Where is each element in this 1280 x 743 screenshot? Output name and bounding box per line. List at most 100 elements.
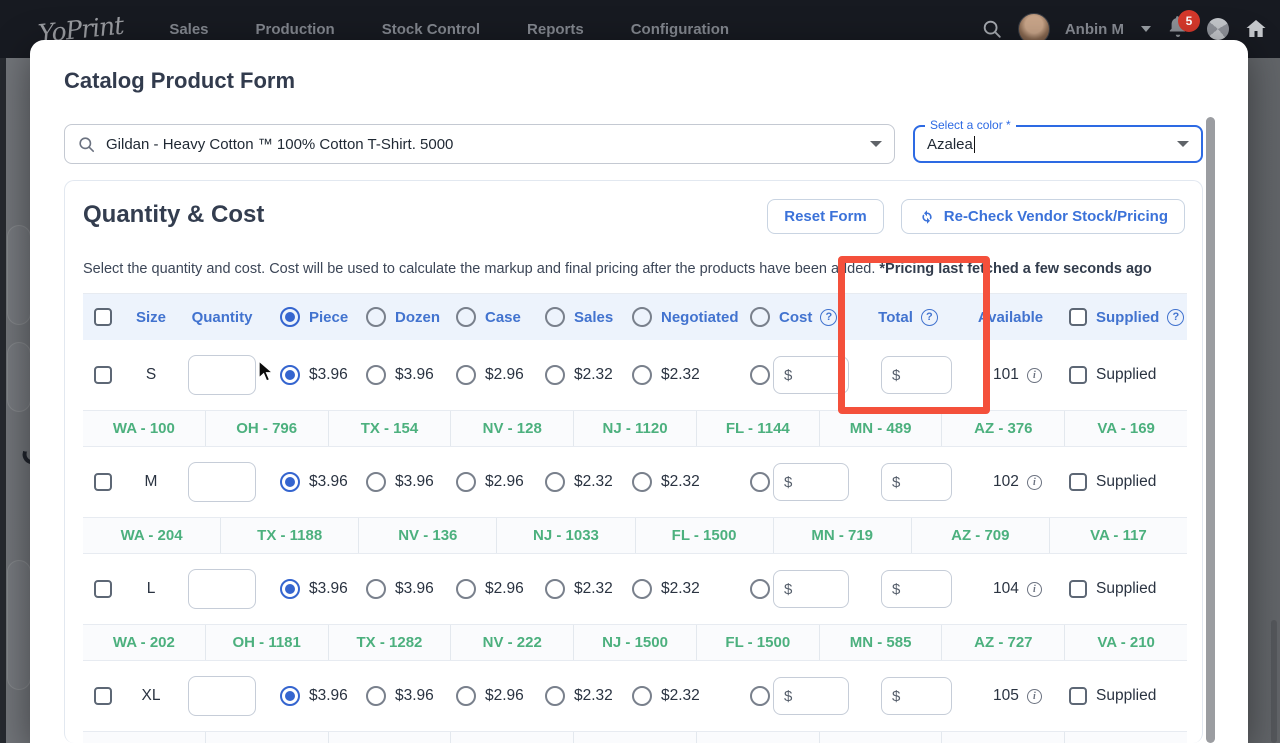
stock-cell: NJ - 1033 [496, 518, 634, 553]
price-radio[interactable] [456, 365, 476, 385]
stock-cell: TX - 154 [328, 411, 451, 446]
nav-item-production[interactable]: Production [256, 21, 335, 38]
stock-cell: MN - 719 [773, 518, 911, 553]
price-radio[interactable] [456, 579, 476, 599]
price-value: $3.96 [309, 580, 348, 598]
supplied-checkbox[interactable] [1069, 366, 1087, 384]
home-icon[interactable] [1244, 17, 1268, 41]
total-input[interactable]: $ [881, 677, 952, 715]
price-radio[interactable] [456, 686, 476, 706]
dropdown-arrow-icon[interactable] [1177, 141, 1189, 147]
search-icon[interactable] [981, 18, 1003, 40]
stock-availability-row: WA - 202OH - 1181TX - 1282NV - 222NJ - 1… [83, 625, 1187, 661]
nav-menu: Sales Production Stock Control Reports Confi… [169, 21, 729, 38]
header-piece: Piece [309, 309, 348, 326]
supplied-all-checkbox[interactable] [1069, 308, 1087, 326]
row-select-checkbox[interactable] [94, 366, 112, 384]
price-radio[interactable] [366, 579, 386, 599]
nav-item-configuration[interactable]: Configuration [631, 21, 729, 38]
recheck-vendor-button[interactable]: Re-Check Vendor Stock/Pricing [901, 199, 1185, 234]
price-radio[interactable] [280, 579, 300, 599]
quantity-input[interactable] [188, 355, 256, 395]
total-input[interactable]: $ [881, 570, 952, 608]
quantity-input[interactable] [188, 676, 256, 716]
nav-item-stock-control[interactable]: Stock Control [382, 21, 480, 38]
select-all-checkbox[interactable] [94, 308, 112, 326]
price-value: $2.32 [661, 473, 700, 491]
price-radio[interactable] [545, 579, 565, 599]
cost-radio[interactable] [750, 686, 770, 706]
row-select-checkbox[interactable] [94, 687, 112, 705]
supplied-label: Supplied [1096, 687, 1156, 705]
dropdown-arrow-icon[interactable] [870, 141, 882, 147]
user-name[interactable]: Anbin M [1065, 21, 1124, 38]
table-body: S $3.96$3.96$2.96$2.32$2.32 $ $ 101i Sup… [83, 340, 1187, 743]
price-value: $3.96 [309, 366, 348, 384]
stock-cell: NJ - 1120 [573, 411, 696, 446]
price-radio[interactable] [632, 579, 652, 599]
stock-cell: TX - 1282 [328, 625, 451, 660]
price-radio[interactable] [632, 686, 652, 706]
negotiated-mode-radio[interactable] [632, 307, 652, 327]
cost-radio[interactable] [750, 365, 770, 385]
table-row: S $3.96$3.96$2.96$2.32$2.32 $ $ 101i Sup… [83, 340, 1187, 411]
row-select-checkbox[interactable] [94, 580, 112, 598]
cost-radio[interactable] [750, 579, 770, 599]
total-input[interactable]: $ [881, 463, 952, 501]
reset-form-button[interactable]: Reset Form [767, 199, 884, 234]
quantity-input[interactable] [188, 462, 256, 502]
cost-input[interactable]: $ [773, 677, 849, 715]
price-radio[interactable] [366, 686, 386, 706]
price-radio[interactable] [280, 686, 300, 706]
info-icon[interactable]: i [1027, 689, 1042, 704]
price-value: $3.96 [395, 473, 434, 491]
supplied-checkbox[interactable] [1069, 687, 1087, 705]
cost-mode-radio[interactable] [750, 307, 770, 327]
color-select[interactable]: Select a color * Azalea [913, 125, 1203, 163]
stock-cell: FL - 1119 [696, 732, 819, 743]
price-radio[interactable] [545, 365, 565, 385]
price-radio[interactable] [632, 472, 652, 492]
supplied-checkbox[interactable] [1069, 473, 1087, 491]
case-mode-radio[interactable] [456, 307, 476, 327]
catalog-product-form-modal: Catalog Product Form Gildan - Heavy Cott… [30, 40, 1248, 743]
price-value: $2.32 [574, 580, 613, 598]
size-label: L [123, 580, 179, 598]
dimmed-card [7, 342, 31, 412]
page-scrollbar[interactable] [1271, 620, 1277, 743]
background-sidebar [0, 0, 6, 743]
sales-mode-radio[interactable] [545, 307, 565, 327]
price-radio[interactable] [366, 365, 386, 385]
info-icon[interactable]: i [1027, 475, 1042, 490]
stock-cell: MN - 489 [819, 411, 942, 446]
chevron-down-icon[interactable] [1141, 26, 1151, 32]
cost-input[interactable]: $ [773, 570, 849, 608]
supplied-help-icon[interactable]: ? [1167, 309, 1184, 326]
price-radio[interactable] [456, 472, 476, 492]
modal-scrollbar[interactable] [1206, 117, 1215, 743]
stock-cell: AZ - 518 [941, 732, 1064, 743]
theme-toggle-icon[interactable] [1207, 18, 1229, 40]
product-select[interactable]: Gildan - Heavy Cotton ™ 100% Cotton T-Sh… [64, 124, 895, 164]
quantity-input[interactable] [188, 569, 256, 609]
price-radio[interactable] [545, 472, 565, 492]
info-icon[interactable]: i [1027, 582, 1042, 597]
row-select-checkbox[interactable] [94, 473, 112, 491]
piece-mode-radio[interactable] [280, 307, 300, 327]
dozen-mode-radio[interactable] [366, 307, 386, 327]
price-radio[interactable] [280, 472, 300, 492]
stock-cell: FL - 1500 [635, 518, 773, 553]
price-radio[interactable] [632, 365, 652, 385]
cost-help-icon[interactable]: ? [820, 309, 837, 326]
nav-item-sales[interactable]: Sales [169, 21, 208, 38]
price-radio[interactable] [280, 365, 300, 385]
nav-item-reports[interactable]: Reports [527, 21, 584, 38]
price-radio[interactable] [545, 686, 565, 706]
price-radio[interactable] [366, 472, 386, 492]
price-value: $2.96 [485, 473, 524, 491]
table-row: L $3.96$3.96$2.96$2.32$2.32 $ $ 104i Sup… [83, 554, 1187, 625]
cost-input[interactable]: $ [773, 463, 849, 501]
info-icon[interactable]: i [1027, 368, 1042, 383]
cost-radio[interactable] [750, 472, 770, 492]
supplied-checkbox[interactable] [1069, 580, 1087, 598]
